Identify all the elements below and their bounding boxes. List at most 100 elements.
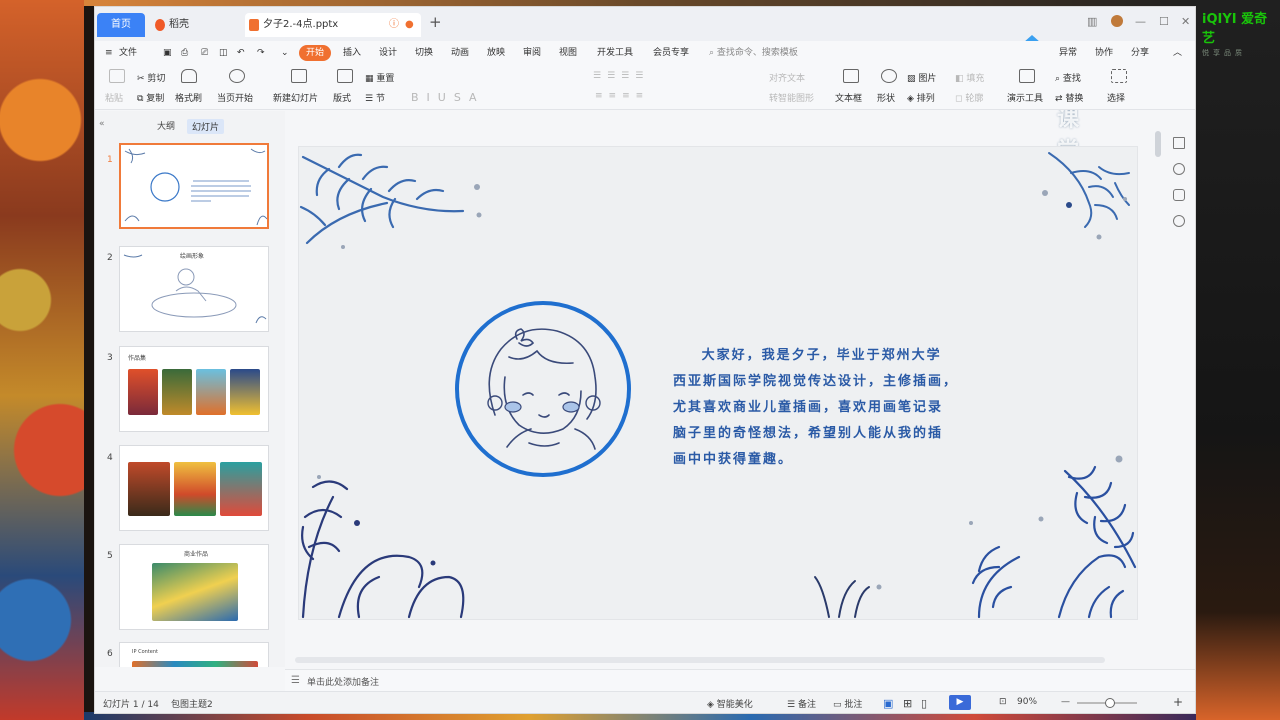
notes-area[interactable]: ☰ 单击此处添加备注 [285, 669, 1195, 692]
notes-toggle[interactable]: ☰ 备注 [787, 697, 816, 710]
help-icon[interactable] [1173, 215, 1185, 227]
list-buttons[interactable]: ☰☰☰☰ [593, 71, 649, 81]
picture-button[interactable]: ▨ 图片 [907, 71, 936, 84]
properties-icon[interactable] [1173, 137, 1185, 149]
layout-button[interactable]: 版式 [333, 91, 351, 104]
zoom-out-button[interactable]: — [1061, 697, 1070, 707]
shape-button[interactable]: 形状 [877, 91, 895, 104]
outline-button[interactable]: ◻ 轮廓 [955, 91, 983, 104]
font-style-buttons[interactable]: BIUSA [411, 91, 485, 104]
align-buttons[interactable]: ≡≡≡≡ [595, 91, 649, 101]
slide-thumbnail-3[interactable]: 作品集 [119, 346, 269, 432]
arrange-button[interactable]: ◈ 排列 [907, 91, 935, 104]
slide-intro-text[interactable]: 大家好，我是夕子，毕业于郑州大学 西亚斯国际学院视觉传达设计，主修插画， 尤其喜… [673, 343, 1003, 473]
grass-bottom [814, 576, 870, 618]
redo-icon[interactable]: ↷ [257, 45, 265, 61]
menu-member[interactable]: 会员专享 [653, 45, 689, 61]
close-icon[interactable]: ✕ [1181, 15, 1190, 28]
play-slideshow-button[interactable]: ▶ [949, 695, 971, 710]
slide-thumbnail-2[interactable]: 绘画形象 [119, 246, 269, 332]
paste-button[interactable]: 粘贴 [105, 91, 123, 104]
zoom-in-button[interactable]: + [1173, 695, 1183, 709]
find-button[interactable]: ⌕ 查找 [1055, 71, 1081, 84]
star-icon[interactable] [1173, 163, 1185, 175]
menu-view[interactable]: 视图 [559, 45, 577, 61]
print-icon[interactable]: ⎚ [201, 45, 208, 61]
tab-file[interactable]: 夕子2.-4点.pptx ⓘ ● [245, 13, 421, 37]
layout-icon[interactable]: ▥ [1087, 15, 1097, 28]
presenter-tools-button[interactable]: 演示工具 [1007, 91, 1043, 104]
unsaved-dot-icon: ● [405, 19, 414, 30]
outline-tab[interactable]: 大纲 [157, 119, 175, 132]
new-tab-button[interactable]: + [429, 13, 442, 31]
menu-review[interactable]: 审阅 [523, 45, 541, 61]
menu-share[interactable]: 分享 [1131, 45, 1149, 61]
menu-developer[interactable]: 开发工具 [597, 45, 633, 61]
slide-thumbnail-4[interactable] [119, 445, 269, 531]
slide-canvas[interactable]: 大家好，我是夕子，毕业于郑州大学 西亚斯国际学院视觉传达设计，主修插画， 尤其喜… [299, 147, 1137, 619]
avatar[interactable] [1111, 15, 1123, 27]
menu-file[interactable]: 文件 [119, 45, 137, 61]
menu-insert[interactable]: 插入 [343, 45, 361, 61]
slide-thumbnail-5[interactable]: 商业作品 [119, 544, 269, 630]
slide-thumbnail-6[interactable]: IP Content [119, 642, 269, 667]
intro-line: 大家好，我是夕子，毕业于郑州大学 [701, 348, 942, 363]
tab-home[interactable]: 首页 [97, 13, 145, 37]
save-icon[interactable]: ▣ [163, 45, 172, 61]
minimize-icon[interactable]: — [1135, 15, 1146, 28]
play-from-current-button[interactable]: 当页开始 [217, 91, 253, 104]
smart-graphic-button[interactable]: 转智能图形 [769, 91, 814, 104]
background-artwork-left [0, 0, 84, 720]
replace-button[interactable]: ⇄ 替换 [1055, 91, 1083, 104]
select-button[interactable]: 选择 [1107, 91, 1125, 104]
normal-view-icon[interactable]: ▣ [883, 697, 893, 710]
copy-button[interactable]: ⧉ 复制 [137, 91, 164, 104]
maximize-icon[interactable]: ☐ [1159, 15, 1169, 28]
textbox-button[interactable]: 文本框 [835, 91, 862, 104]
theme-name[interactable]: 包图主题2 [171, 697, 213, 710]
customize-icon[interactable]: ⌄ [281, 45, 289, 61]
cheek-left [504, 401, 522, 413]
alert-icon[interactable]: ⓘ [389, 13, 399, 37]
menu-slideshow[interactable]: 放映 [487, 45, 505, 61]
copy-layers-icon[interactable] [1173, 189, 1185, 201]
reading-view-icon[interactable]: ▯ [921, 697, 927, 710]
textbox-icon [843, 69, 859, 83]
horizontal-scrollbar[interactable] [295, 657, 1105, 663]
format-painter-button[interactable]: 格式刷 [175, 91, 202, 104]
menu-hamburger-icon[interactable]: ≡ [105, 45, 113, 61]
slide-panel: « 大纲 幻灯片 1 2 绘画形象 3 作品集 4 5 商业作品 6 IP Co… [95, 111, 285, 667]
new-slide-button[interactable]: 新建幻灯片 [273, 91, 318, 104]
comments-toggle[interactable]: ▭ 批注 [833, 697, 862, 710]
vertical-scrollbar[interactable] [1155, 131, 1161, 157]
collapse-panel-icon[interactable]: « [99, 119, 105, 129]
menu-animation[interactable]: 动画 [451, 45, 469, 61]
fill-button[interactable]: ◧ 填充 [955, 71, 984, 84]
export-icon[interactable]: ⎙ [181, 45, 188, 61]
menu-home[interactable]: 开始 [299, 45, 332, 61]
slides-tab[interactable]: 幻灯片 [187, 119, 225, 134]
smart-beautify-button[interactable]: ◈ 智能美化 [707, 697, 753, 710]
menu-design[interactable]: 设计 [379, 45, 397, 61]
slide-thumbnail-1[interactable] [119, 143, 269, 229]
collapse-ribbon-icon[interactable]: ︿ [1173, 45, 1182, 61]
zoom-level[interactable]: 90% [1017, 697, 1037, 707]
cut-button[interactable]: ✂ 剪切 [137, 71, 165, 84]
align-text-button[interactable]: 对齐文本 [769, 71, 805, 84]
command-search[interactable]: ⌕ 查找命令、搜索模板 [709, 45, 798, 61]
undo-icon[interactable]: ↶ [237, 45, 245, 61]
menu-exception[interactable]: 异常 [1059, 45, 1077, 61]
tab-docer[interactable]: 稻壳 [151, 13, 237, 37]
menu-transition[interactable]: 切换 [415, 45, 433, 61]
artwork-thumb [174, 462, 216, 516]
pptx-file-icon [249, 19, 259, 31]
preview-icon[interactable]: ◫ [219, 45, 228, 61]
zoom-slider-thumb[interactable] [1105, 698, 1115, 708]
menu-collaborate[interactable]: 协作 [1095, 45, 1113, 61]
sorter-view-icon[interactable]: ⊞ [903, 697, 912, 710]
thumb-6-title: IP Content [132, 649, 158, 655]
slide-number: 3 [107, 353, 113, 363]
section-button[interactable]: ☰ 节 [365, 91, 385, 104]
reset-button[interactable]: ▦ 重置 [365, 71, 394, 84]
fit-window-icon[interactable]: ⊡ [999, 697, 1007, 707]
